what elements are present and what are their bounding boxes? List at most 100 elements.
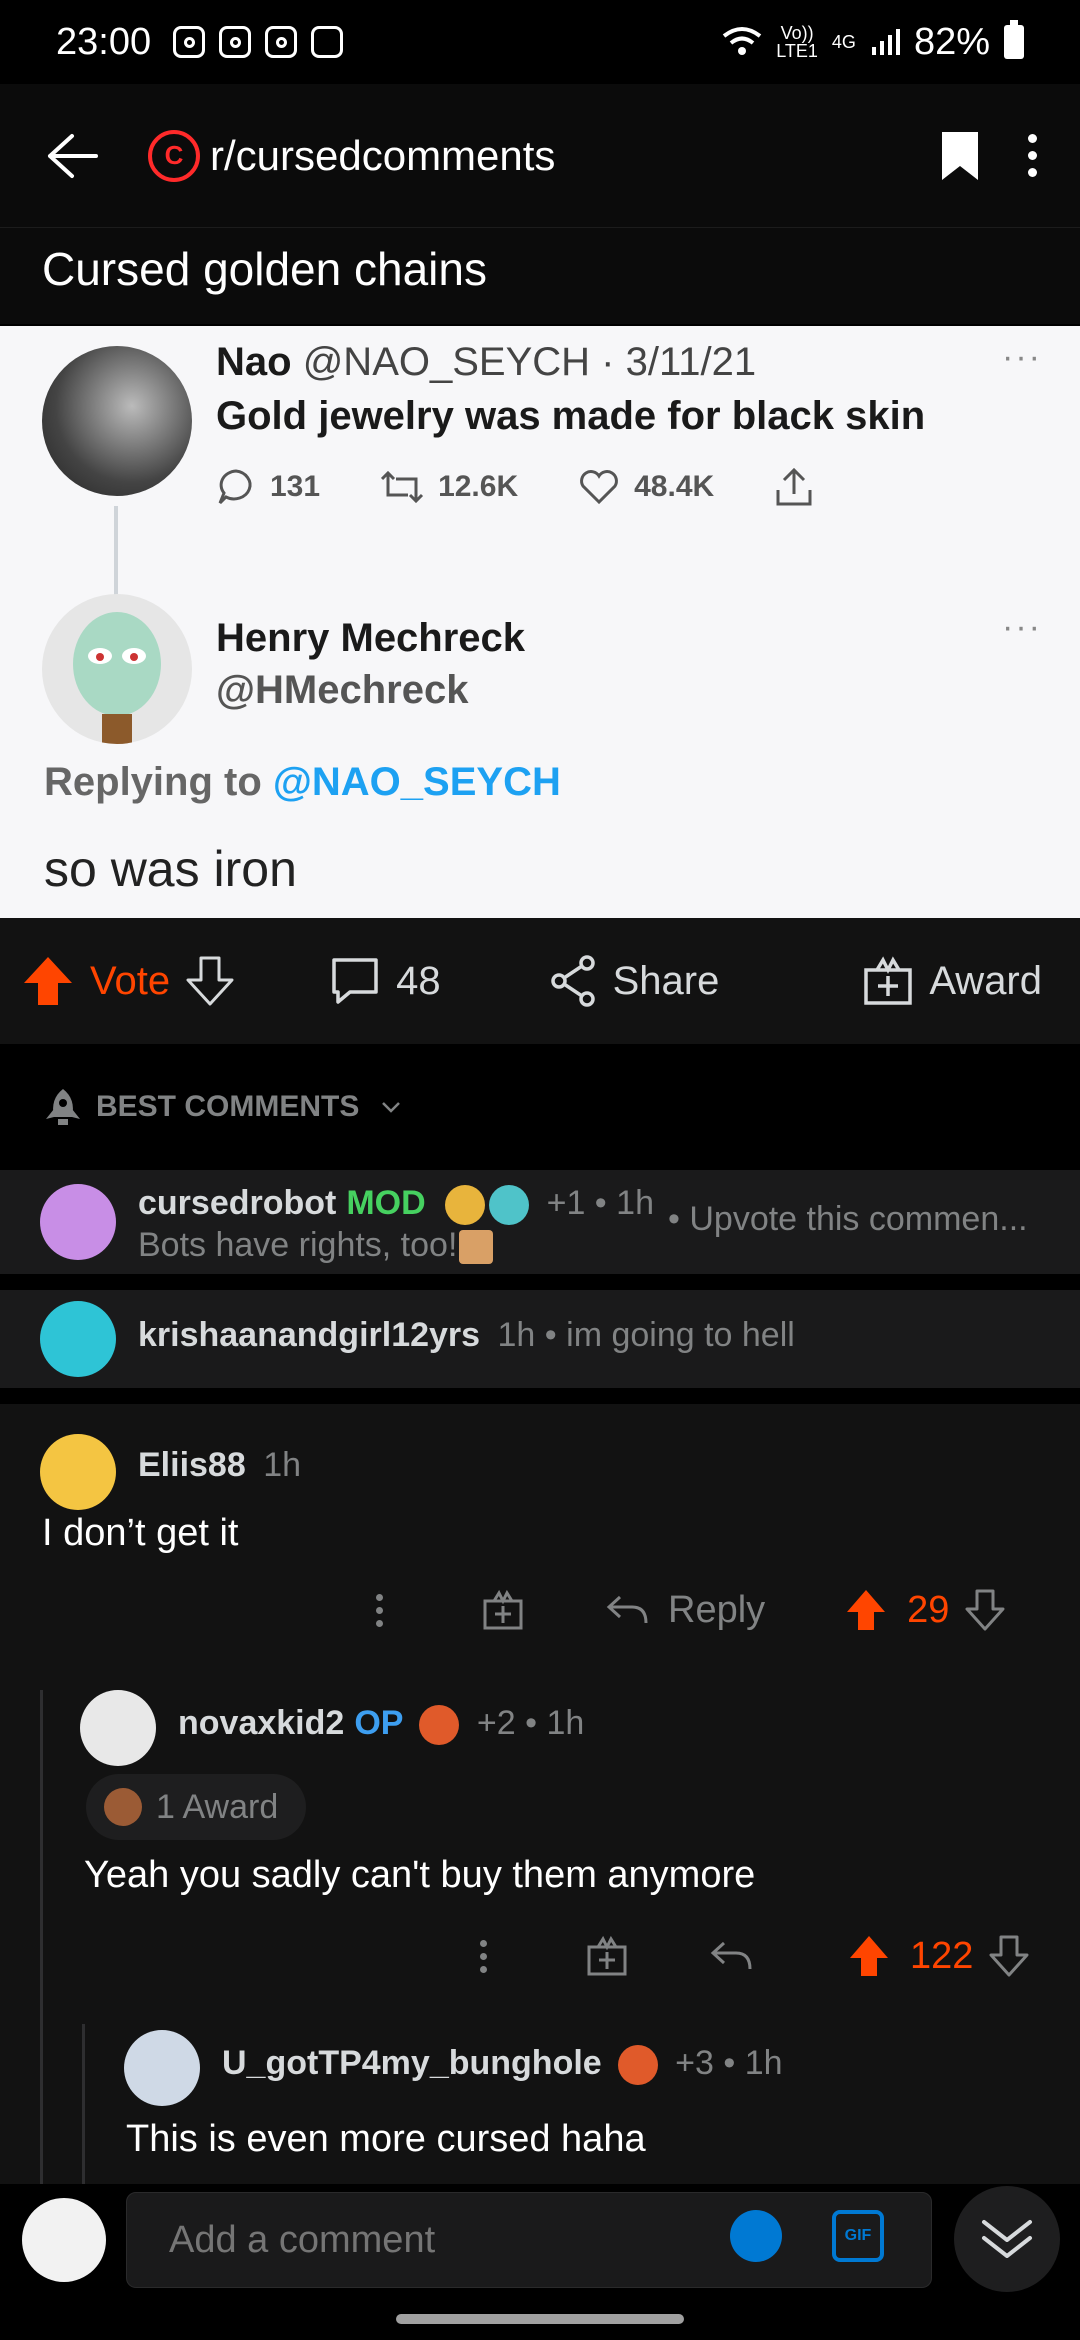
- reply-more-icon: ···: [1002, 608, 1042, 646]
- comment-preview-truncated: • Upvote this commen...: [668, 1200, 1028, 1238]
- comment-author[interactable]: U_gotTP4my_bunghole +3 • 1h: [222, 2044, 783, 2086]
- gif-button[interactable]: GIF: [832, 2210, 884, 2262]
- comment-input[interactable]: [126, 2192, 932, 2288]
- app-notification-icon: [265, 26, 298, 58]
- home-indicator[interactable]: [396, 2314, 684, 2324]
- tweet-likes: 48.4K: [578, 468, 714, 506]
- gift-icon[interactable]: [586, 1935, 628, 1977]
- comment-body: Yeah you sadly can't buy them anymore: [84, 1854, 756, 1896]
- comment-body: I don’t get it: [42, 1512, 239, 1554]
- vote-score: 122: [910, 1934, 974, 1977]
- comment-preview: Bots have rights, too!: [138, 1226, 494, 1265]
- tweet-author: Nao @NAO_SEYCH · 3/11/21: [216, 340, 757, 384]
- retweet-icon: [381, 470, 424, 504]
- avatar[interactable]: [40, 1301, 116, 1377]
- reply-arrow-icon[interactable]: [710, 1939, 752, 1973]
- comment-author: krishaanandgirl12yrs 1h • im going to he…: [138, 1316, 795, 1354]
- award-count[interactable]: 1 Award: [86, 1774, 307, 1840]
- speech-bubble-icon: [218, 469, 252, 505]
- share-icon: [550, 955, 595, 1007]
- award-icon: [489, 1185, 530, 1226]
- thread-line[interactable]: [40, 1690, 43, 2184]
- vote-label: Vote: [90, 958, 171, 1003]
- comment-preview: im going to hell: [566, 1316, 795, 1354]
- comments-button[interactable]: 48: [330, 956, 441, 1006]
- collapse-thread-button[interactable]: [954, 2186, 1060, 2292]
- downvote-icon[interactable]: [186, 956, 234, 1006]
- award-label: Award: [929, 958, 1042, 1003]
- gift-icon[interactable]: [482, 1589, 524, 1631]
- emoji-icon: [459, 1230, 494, 1265]
- gift-icon: [864, 956, 913, 1005]
- system-indicators: Vo)) LTE1 4G 82%: [722, 20, 1024, 64]
- vote-score: 29: [907, 1588, 950, 1631]
- comment-author: cursedrobot MOD +1 • 1h: [138, 1184, 654, 1226]
- avatar[interactable]: [22, 2198, 106, 2282]
- comment-thread: Eliis88 1h I don’t get it Reply 29 novax…: [0, 1404, 1080, 2184]
- sort-label: BEST COMMENTS: [96, 1090, 360, 1123]
- award-icon: [445, 1185, 486, 1226]
- instagram-icon: [173, 26, 206, 58]
- comment-actions: 122: [480, 1934, 1029, 1978]
- upvote-icon[interactable]: [845, 1588, 887, 1632]
- share-button[interactable]: Share: [549, 955, 719, 1007]
- double-chevron-down-icon: [982, 2220, 1032, 2258]
- comment-count: 48: [396, 958, 441, 1003]
- avatar[interactable]: [40, 1184, 116, 1260]
- more-options-icon[interactable]: [1024, 134, 1040, 177]
- reply-author-handle: @HMechreck: [216, 668, 469, 712]
- collapsed-comment[interactable]: cursedrobot MOD +1 • 1h Bots have rights,…: [0, 1170, 1080, 1274]
- reply-button[interactable]: Reply: [668, 1589, 765, 1632]
- avatar[interactable]: [80, 1690, 156, 1766]
- vote-control: Vote: [22, 955, 234, 1007]
- reply-author-avatar: [42, 594, 192, 744]
- heart-icon: [580, 470, 619, 505]
- bookmark-icon[interactable]: [940, 130, 980, 182]
- subreddit-icon[interactable]: C: [148, 129, 200, 182]
- upvote-icon[interactable]: [22, 955, 74, 1007]
- instagram-icon: [219, 26, 252, 58]
- post-image[interactable]: Nao @NAO_SEYCH · 3/11/21 ··· Gold jewelr…: [0, 326, 1080, 918]
- tweet-share: [774, 466, 814, 508]
- replying-to: Replying to @NAO_SEYCH: [44, 760, 561, 804]
- chevron-down-icon: [382, 1102, 401, 1113]
- award-icon: [104, 1788, 142, 1826]
- more-options-icon[interactable]: [376, 1593, 384, 1627]
- app-header: C r/cursedcomments: [0, 84, 1080, 228]
- collapsed-comment[interactable]: krishaanandgirl12yrs 1h • im going to he…: [0, 1290, 1080, 1388]
- upload-share-icon: [776, 467, 812, 506]
- battery-percent: 82%: [913, 20, 990, 63]
- tweet-actions: 131 12.6K 48.4K: [216, 466, 874, 508]
- comment-actions: Reply 29: [376, 1588, 1005, 1632]
- thread-line[interactable]: [82, 2024, 85, 2184]
- avatar[interactable]: [124, 2030, 200, 2106]
- tweet-text: Gold jewelry was made for black skin: [216, 394, 926, 438]
- notification-icons: [173, 26, 344, 58]
- upvote-icon[interactable]: [848, 1934, 890, 1978]
- reply-arrow-icon[interactable]: [606, 1593, 648, 1627]
- tweet-thread-line: [114, 506, 118, 606]
- status-bar: 23:00 Vo)) LTE1 4G 82%: [0, 0, 1080, 84]
- post-action-bar: Vote 48 Share Award: [0, 918, 1080, 1044]
- comment-sort[interactable]: BEST COMMENTS: [0, 1044, 1080, 1170]
- downvote-icon[interactable]: [965, 1589, 1005, 1631]
- tweet-more-icon: ···: [1002, 338, 1042, 376]
- award-button[interactable]: Award: [863, 956, 1042, 1006]
- avatar[interactable]: [40, 1434, 116, 1510]
- back-arrow-icon[interactable]: [40, 124, 104, 188]
- network-type: 4G: [831, 32, 856, 52]
- emoji-icon[interactable]: [730, 2210, 782, 2262]
- wifi-icon: [723, 27, 762, 55]
- comment-author[interactable]: novaxkid2 OP +2 • 1h: [178, 1704, 584, 1746]
- post-title[interactable]: Cursed golden chains: [0, 228, 1080, 324]
- comment-author[interactable]: Eliis88 1h: [138, 1446, 301, 1485]
- volte-indicator: Vo)) LTE1: [776, 23, 818, 61]
- downvote-icon[interactable]: [989, 1935, 1029, 1977]
- more-options-icon[interactable]: [480, 1939, 488, 1973]
- signal-icon: [871, 29, 900, 55]
- reply-text: so was iron: [44, 841, 297, 897]
- award-icon: [419, 1705, 460, 1746]
- subreddit-name[interactable]: r/cursedcomments: [210, 132, 555, 180]
- comment-icon: [332, 958, 378, 1004]
- award-icon: [617, 2045, 658, 2086]
